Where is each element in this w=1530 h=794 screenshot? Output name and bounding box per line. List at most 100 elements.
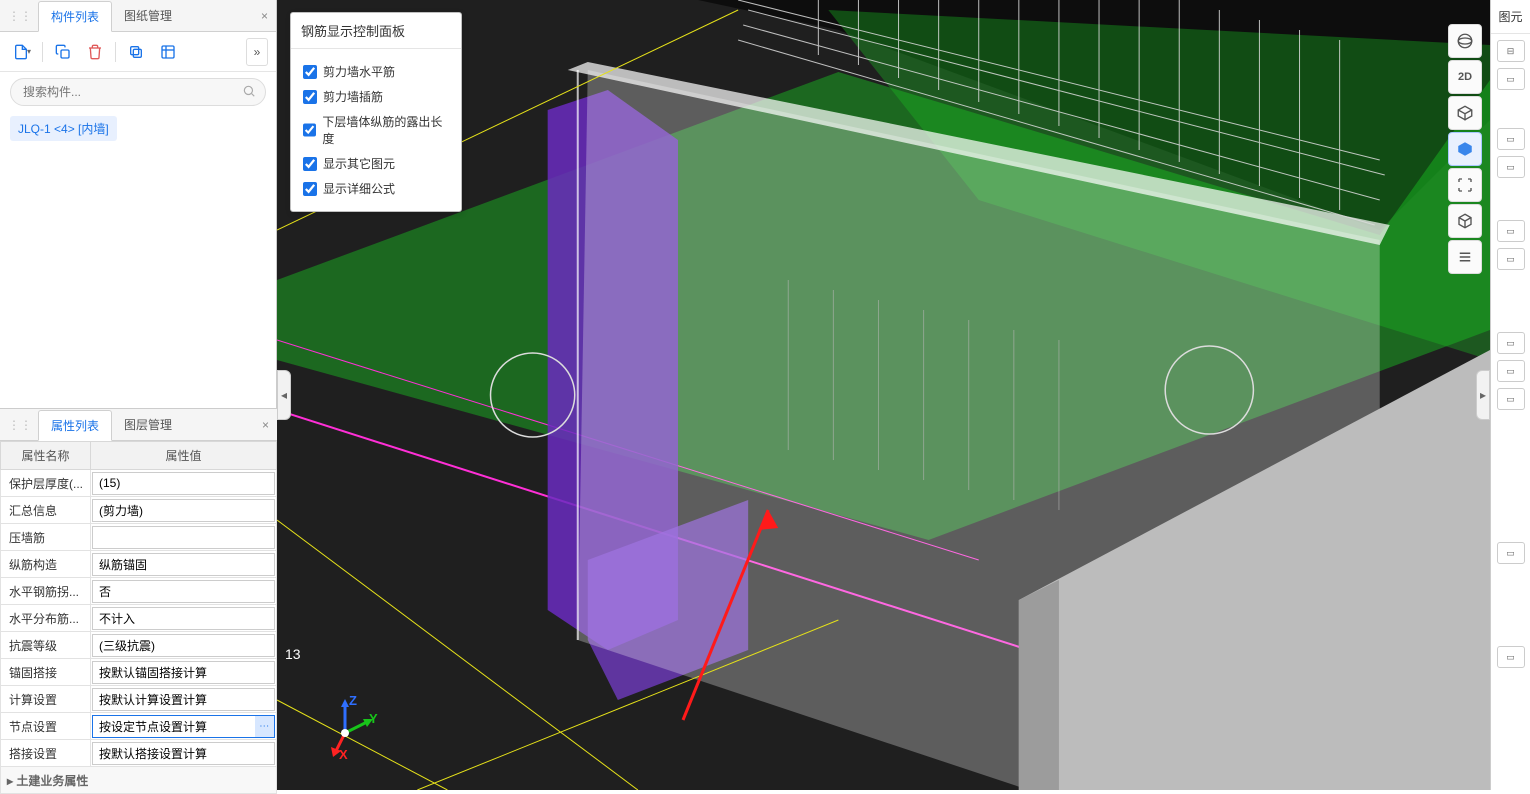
property-value-cell[interactable] (91, 659, 277, 686)
property-value-input[interactable] (93, 527, 274, 548)
property-value-cell[interactable] (91, 578, 277, 605)
property-value-cell[interactable] (91, 551, 277, 578)
property-name: 计算设置 (1, 686, 91, 713)
property-row: 搭接设置 (1, 740, 277, 767)
display-option-checkbox[interactable] (303, 65, 317, 79)
property-name: 水平钢筋拐... (1, 578, 91, 605)
display-option[interactable]: 剪力墙水平筋 (303, 59, 449, 84)
2d-icon[interactable]: 2D (1448, 60, 1482, 94)
rebar-display-control-panel[interactable]: 钢筋显示控制面板 剪力墙水平筋剪力墙插筋下层墙体纵筋的露出长度显示其它图元显示详… (290, 12, 462, 212)
property-table: 属性名称 属性值 保护层厚度(...汇总信息压墙筋纵筋构造水平钢筋拐...水平分… (0, 441, 277, 794)
property-value-cell[interactable] (91, 470, 277, 497)
right-item-4[interactable]: ▭ (1497, 156, 1525, 178)
component-list-item[interactable]: JLQ-1 <4> [内墙] (10, 116, 117, 141)
tab-drawing-manage[interactable]: 图纸管理 (112, 1, 184, 30)
sphere-icon[interactable] (1448, 24, 1482, 58)
delete-button[interactable] (81, 38, 109, 66)
viewport-annotation: 13 (285, 646, 301, 662)
tab-layer-manage[interactable]: 图层管理 (112, 410, 184, 439)
right-item-6[interactable]: ▭ (1497, 248, 1525, 270)
right-sidebar: 图元 ⊟ ▭ ▭ ▭ ▭ ▭ ▭ ▭ ▭ ▭ ▭ (1490, 0, 1530, 790)
search-input[interactable] (10, 78, 266, 106)
right-item-10[interactable]: ▭ (1497, 542, 1525, 564)
right-item-9[interactable]: ▭ (1497, 388, 1525, 410)
property-value-cell[interactable] (91, 497, 277, 524)
display-option-label: 显示详细公式 (323, 180, 395, 197)
grid-button[interactable] (154, 38, 182, 66)
clone-button[interactable] (122, 38, 150, 66)
display-option[interactable]: 显示其它图元 (303, 151, 449, 176)
property-value-input[interactable] (93, 716, 255, 737)
right-edge-handle[interactable]: ▸ (1476, 370, 1490, 420)
list-icon[interactable] (1448, 240, 1482, 274)
panel-close-icon[interactable]: × (262, 418, 269, 432)
property-value-input[interactable] (93, 581, 274, 602)
property-value-cell[interactable] (91, 632, 277, 659)
display-option[interactable]: 下层墙体纵筋的露出长度 (303, 109, 449, 151)
property-row: 保护层厚度(... (1, 470, 277, 497)
package-icon[interactable] (1448, 204, 1482, 238)
grip-icon[interactable]: ⋮⋮ (8, 418, 32, 432)
right-item-5[interactable]: ▭ (1497, 220, 1525, 242)
property-value-cell[interactable] (91, 686, 277, 713)
right-item-8[interactable]: ▭ (1497, 360, 1525, 382)
property-name: 搭接设置 (1, 740, 91, 767)
property-row: 锚固搭接 (1, 659, 277, 686)
cube-solid-icon[interactable] (1448, 132, 1482, 166)
property-value-input[interactable] (93, 554, 274, 575)
search-icon[interactable] (242, 84, 256, 101)
display-option-checkbox[interactable] (303, 157, 317, 171)
property-value-cell[interactable] (91, 740, 277, 767)
property-name: 压墙筋 (1, 524, 91, 551)
property-value-cell[interactable]: ⋯ (91, 713, 277, 740)
property-name: 汇总信息 (1, 497, 91, 524)
left-edge-handle[interactable]: ◂ (277, 370, 291, 420)
right-item-2[interactable]: ▭ (1497, 68, 1525, 90)
cube-wire-icon[interactable] (1448, 96, 1482, 130)
property-name: 水平分布筋... (1, 605, 91, 632)
right-item-1[interactable]: ⊟ (1497, 40, 1525, 62)
property-row: 水平钢筋拐... (1, 578, 277, 605)
display-option[interactable]: 剪力墙插筋 (303, 84, 449, 109)
display-option-label: 显示其它图元 (323, 155, 395, 172)
display-option-checkbox[interactable] (303, 90, 317, 104)
property-value-input[interactable] (93, 635, 274, 656)
focus-icon[interactable] (1448, 168, 1482, 202)
property-value-input[interactable] (93, 500, 274, 521)
tab-attribute-list[interactable]: 属性列表 (38, 410, 112, 441)
right-item-7[interactable]: ▭ (1497, 332, 1525, 354)
display-option[interactable]: 显示详细公式 (303, 176, 449, 201)
grip-icon[interactable]: ⋮⋮ (8, 9, 32, 23)
panel-title: 钢筋显示控制面板 (291, 13, 461, 49)
property-value-input[interactable] (93, 743, 274, 764)
property-value-input[interactable] (93, 608, 274, 629)
property-value-cell[interactable] (91, 605, 277, 632)
property-value-cell[interactable] (91, 524, 277, 551)
property-row: 计算设置 (1, 686, 277, 713)
property-more-button[interactable]: ⋯ (255, 716, 274, 737)
display-option-label: 下层墙体纵筋的露出长度 (322, 113, 449, 147)
property-row: 压墙筋 (1, 524, 277, 551)
property-value-input[interactable] (93, 473, 274, 494)
property-value-input[interactable] (93, 662, 274, 683)
right-item-11[interactable]: ▭ (1497, 646, 1525, 668)
property-row: 水平分布筋... (1, 605, 277, 632)
display-option-checkbox[interactable] (303, 182, 317, 196)
new-button[interactable]: ▾ (8, 38, 36, 66)
display-option-label: 剪力墙水平筋 (323, 63, 395, 80)
right-item-3[interactable]: ▭ (1497, 128, 1525, 150)
dropdown-caret-icon: ▾ (27, 47, 31, 56)
property-value-input[interactable] (93, 689, 274, 710)
display-option-checkbox[interactable] (303, 123, 316, 137)
toolbar-overflow-button[interactable]: » (246, 38, 268, 66)
col-value-header: 属性值 (91, 442, 277, 470)
axis-gizmo[interactable]: Z Y X (317, 697, 377, 760)
category-row[interactable]: ▸ 土建业务属性 (1, 767, 277, 794)
property-name: 抗震等级 (1, 632, 91, 659)
axis-x-label: X (339, 747, 348, 762)
right-tab-element[interactable]: 图元 (1491, 0, 1530, 34)
panel-close-icon[interactable]: × (261, 9, 268, 23)
display-option-label: 剪力墙插筋 (323, 88, 383, 105)
copy-button[interactable] (49, 38, 77, 66)
tab-component-list[interactable]: 构件列表 (38, 1, 112, 32)
